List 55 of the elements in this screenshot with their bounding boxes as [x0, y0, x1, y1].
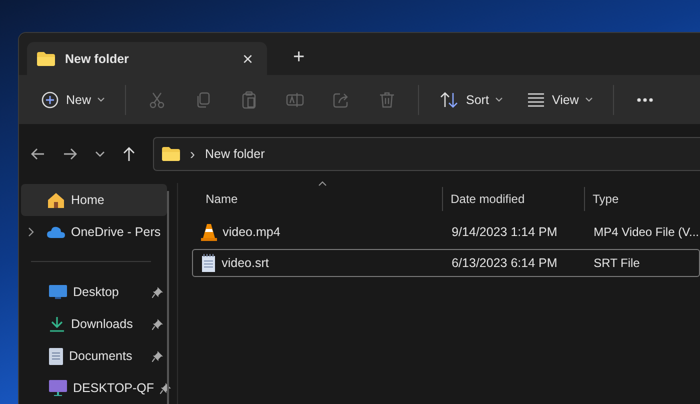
tab-title: New folder [65, 52, 130, 66]
sidebar-item[interactable]: Desktop [21, 276, 167, 308]
document-icon [49, 348, 63, 364]
caret-icon [494, 97, 503, 102]
sidebar-item[interactable]: DESKTOP-QF [21, 372, 167, 404]
share-icon [332, 90, 350, 108]
column-header[interactable]: Date modified [442, 187, 584, 211]
sort-button[interactable]: Sort [429, 82, 513, 116]
breadcrumb-separator: › [190, 146, 195, 162]
date-cell-text: 9/14/2023 1:14 PM [450, 225, 558, 239]
up-button[interactable] [123, 147, 135, 161]
computer-icon [49, 380, 67, 396]
breadcrumb-item[interactable]: New folder [205, 147, 265, 161]
column-header[interactable]: Type [584, 187, 700, 211]
traffic-cone-icon [200, 223, 217, 241]
notepad-icon [200, 254, 216, 272]
date-cell-text: 6/13/2023 6:14 PM [450, 256, 558, 270]
close-tab-button[interactable]: × [238, 50, 257, 68]
file-name: video.srt [222, 256, 269, 270]
clipboard-icon [240, 90, 258, 108]
plus-circle-icon [41, 90, 59, 108]
sort-arrows-icon [439, 90, 460, 108]
download-arrow-icon [49, 316, 65, 332]
file-row[interactable]: video.mp4 9/14/2023 1:14 PM MP4 Video File (V... [192, 218, 700, 246]
list-lines-icon [526, 92, 545, 106]
back-button[interactable] [31, 148, 45, 160]
forward-button[interactable] [63, 148, 77, 160]
rename-icon [286, 90, 304, 108]
type-cell-text: MP4 Video File (V... [592, 225, 699, 239]
more-dots-icon [636, 96, 654, 102]
view-button[interactable]: View [516, 82, 603, 116]
sidebar-item[interactable]: Documents [21, 340, 167, 372]
monitor-icon [49, 284, 67, 300]
cloud-icon [47, 226, 65, 238]
column-header[interactable]: Name [192, 187, 442, 211]
sort-caret-icon [318, 181, 327, 186]
address-bar[interactable]: › New folder [153, 137, 700, 171]
file-row[interactable]: video.srt 6/13/2023 6:14 PM SRT File [192, 249, 700, 277]
trash-icon [378, 90, 396, 108]
caret-icon [584, 97, 593, 102]
caret-icon [97, 97, 106, 102]
expand-chevron-icon[interactable] [28, 227, 34, 237]
folder-tab[interactable]: New folder × [27, 42, 267, 75]
sidebar-item[interactable]: Downloads [21, 308, 167, 340]
folder-icon [162, 147, 180, 161]
new-tab-button[interactable]: + [289, 47, 309, 67]
folder-icon [37, 52, 55, 66]
sidebar-item[interactable]: OneDrive - Pers [21, 216, 167, 248]
recent-locations-button[interactable] [95, 151, 105, 157]
new-button[interactable]: New [31, 82, 116, 116]
sidebar-item[interactable]: Home [21, 184, 167, 216]
file-name: video.mp4 [222, 225, 280, 239]
scissors-icon [148, 90, 166, 108]
house-icon [47, 192, 65, 208]
type-cell-text: SRT File [592, 256, 641, 270]
